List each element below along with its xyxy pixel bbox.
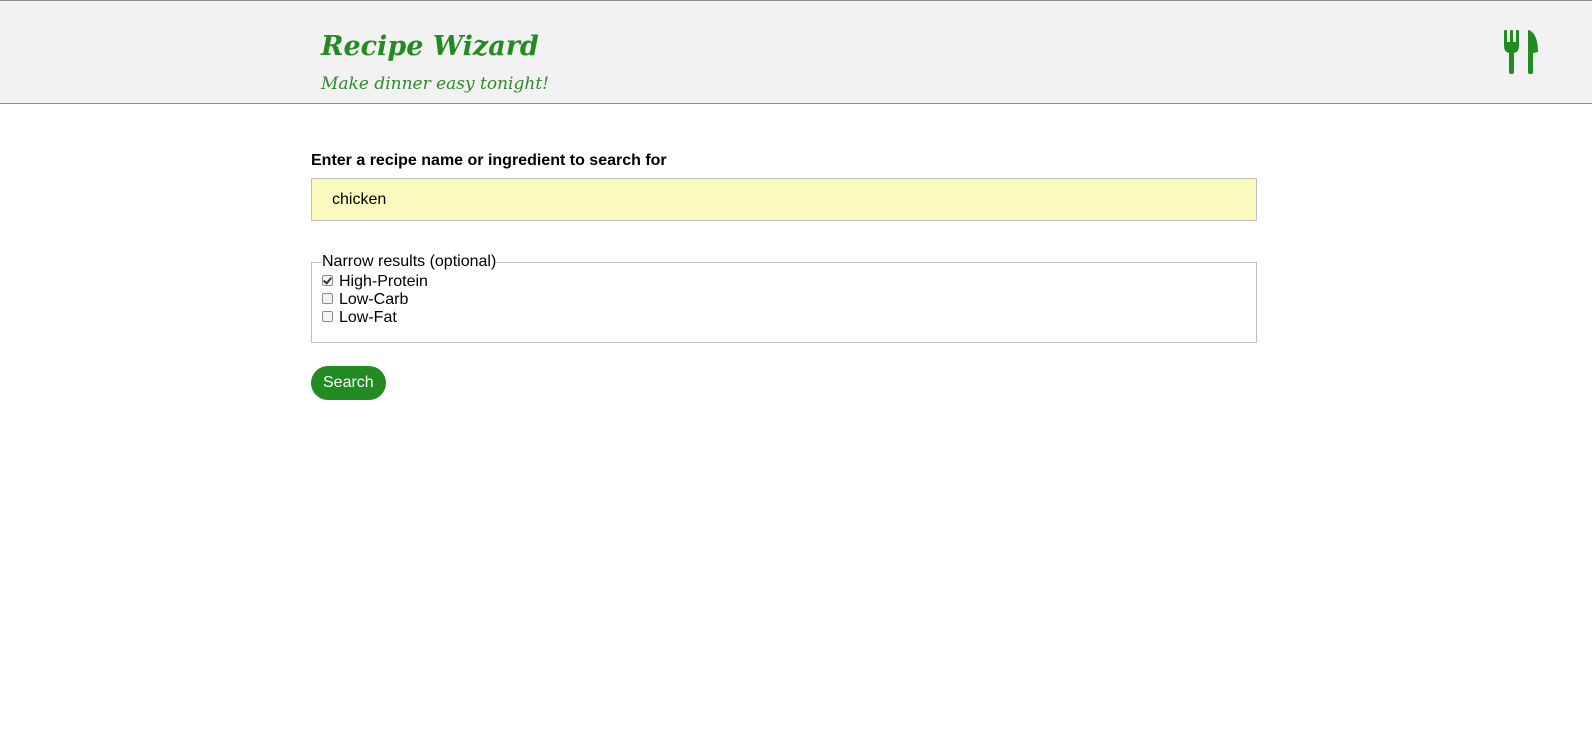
filters-legend: Narrow results (optional) [322, 253, 497, 270]
low-carb-checkbox[interactable] [322, 292, 333, 304]
search-button[interactable]: Search [311, 366, 386, 400]
high-protein-checkbox[interactable] [322, 274, 333, 286]
site-title: Recipe Wizard [321, 31, 539, 62]
site-header: Recipe Wizard Make dinner easy tonight! [0, 0, 1592, 104]
filter-option-low-fat[interactable]: Low-Fat [322, 309, 1246, 327]
filters-fieldset: Narrow results (optional) High-Protein L… [311, 253, 1257, 343]
site-tagline: Make dinner easy tonight! [321, 74, 549, 94]
filter-label: Low-Fat [339, 309, 397, 326]
search-form: Enter a recipe name or ingredient to sea… [311, 150, 1257, 400]
search-label: Enter a recipe name or ingredient to sea… [311, 152, 667, 169]
filter-option-low-carb[interactable]: Low-Carb [322, 291, 1246, 309]
filter-option-high-protein[interactable]: High-Protein [322, 273, 1246, 291]
low-fat-checkbox[interactable] [322, 310, 333, 322]
filter-label: High-Protein [339, 273, 428, 290]
filter-label: Low-Carb [339, 291, 409, 308]
fork-knife-icon [1504, 30, 1538, 74]
search-input[interactable] [311, 178, 1257, 221]
